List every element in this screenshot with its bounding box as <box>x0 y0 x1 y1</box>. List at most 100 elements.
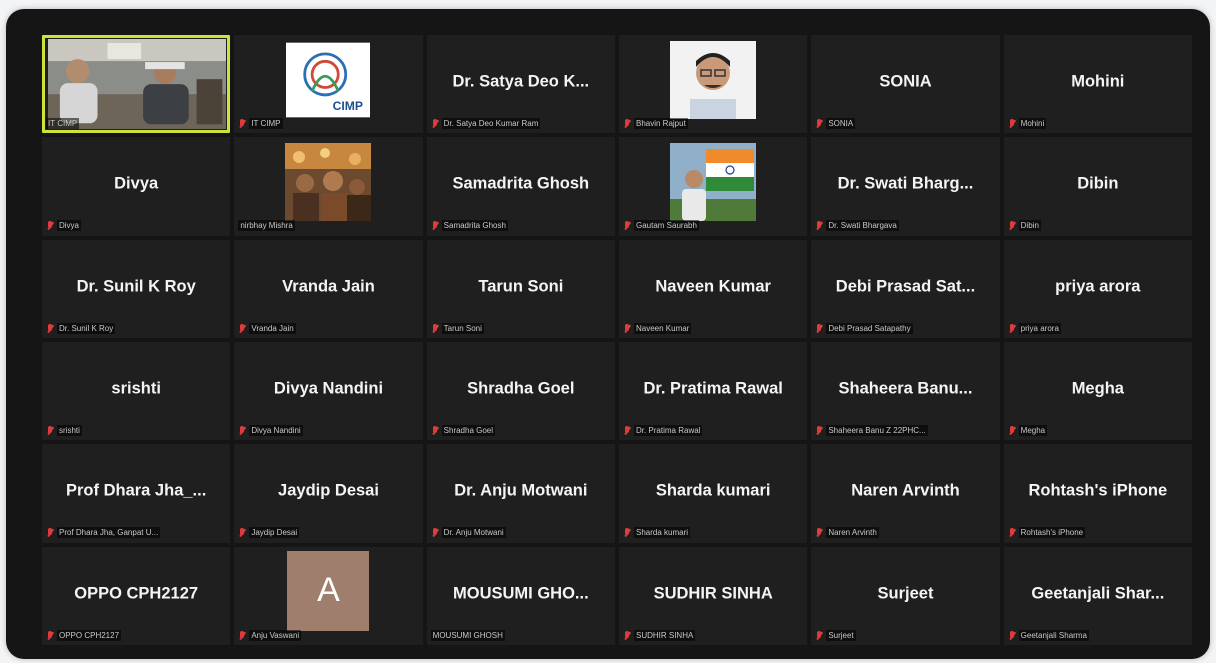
participant-tile[interactable]: Sharda kumari Sharda kumari <box>618 444 808 543</box>
participant-display-name: Mohini <box>1071 72 1125 91</box>
participant-name-bar: Shradha Goel <box>431 424 611 436</box>
mic-muted-icon <box>1008 630 1016 640</box>
participant-display-name: Dr. Satya Deo K... <box>452 72 590 91</box>
mic-muted-icon <box>1008 323 1016 333</box>
participant-tile[interactable]: SONIA SONIA <box>811 35 1000 134</box>
participant-name-label: Surjeet <box>826 629 856 641</box>
participant-tile[interactable]: Debi Prasad Sat... Debi Prasad Satapathy <box>811 239 1000 338</box>
participant-video <box>48 39 227 130</box>
participant-tile[interactable]: nirbhay Mishra <box>234 137 423 236</box>
mic-muted-icon <box>238 323 246 333</box>
participant-tile[interactable]: Divya Divya <box>42 137 231 236</box>
participant-tile[interactable]: Dr. Pratima Rawal Dr. Pratima Rawal <box>618 342 808 441</box>
participant-name-bar: Shaheera Banu Z 22PHC... <box>815 424 995 436</box>
participant-tile[interactable]: Dr. Swati Bharg... Dr. Swati Bhargava <box>811 137 1000 236</box>
participant-tile[interactable]: Dr. Sunil K Roy Dr. Sunil K Roy <box>42 239 231 338</box>
participant-name-label: Sharda kumari <box>633 527 691 539</box>
participant-name-label: SUDHIR SINHA <box>633 629 696 641</box>
participant-tile[interactable]: Dr. Satya Deo K... Dr. Satya Deo Kumar Ra… <box>426 35 615 134</box>
participant-tile[interactable]: Geetanjali Shar... Geetanjali Sharma <box>1003 546 1192 645</box>
participant-tile[interactable]: Shradha Goel Shradha Goel <box>426 342 615 441</box>
participant-display-name: Dr. Swati Bharg... <box>837 175 974 194</box>
participant-display-name: Shradha Goel <box>467 379 575 398</box>
participant-tile[interactable]: srishti srishti <box>42 342 231 441</box>
participant-display-name: Shaheera Banu... <box>838 379 973 398</box>
participant-name-label: Tarun Soni <box>441 322 484 334</box>
participant-name-label: priya arora <box>1018 322 1061 334</box>
participant-name-label: Dr. Pratima Rawal <box>633 424 703 436</box>
profile-photo <box>670 41 757 119</box>
participant-name-bar: Divya <box>46 220 226 232</box>
participant-name-label: Megha <box>1018 424 1048 436</box>
participant-tile[interactable]: Bhavin Rajput <box>618 35 808 134</box>
participant-name-label: IT CIMP <box>249 117 283 129</box>
participant-name-bar: priya arora <box>1008 322 1188 334</box>
participant-tile[interactable]: Tarun Soni Tarun Soni <box>426 239 615 338</box>
participant-tile[interactable]: OPPO CPH2127 OPPO CPH2127 <box>42 546 231 645</box>
participant-name-label: Rohtash's iPhone <box>1018 527 1086 539</box>
mic-muted-icon <box>815 630 823 640</box>
mic-muted-icon <box>1008 528 1016 537</box>
participant-display-name: Dr. Sunil K Roy <box>76 277 196 296</box>
participant-tile[interactable]: Dr. Anju Motwani Dr. Anju Motwani <box>426 444 615 543</box>
participant-tile[interactable]: Gautam Saurabh <box>618 137 808 236</box>
mic-muted-icon <box>1008 118 1016 128</box>
mic-muted-icon <box>623 323 631 333</box>
participant-display-name: SUDHIR SINHA <box>653 584 773 603</box>
participant-tile[interactable]: Vranda Jain Vranda Jain <box>234 239 423 338</box>
participant-tile[interactable]: A Anju Vaswani <box>234 546 423 645</box>
participant-name-bar: IT CIMP <box>238 117 418 129</box>
participant-name-bar: Vranda Jain <box>238 322 418 334</box>
participant-name-label: Anju Vaswani <box>249 629 302 641</box>
participant-tile[interactable]: Surjeet Surjeet <box>811 546 1000 645</box>
participant-tile[interactable]: Megha Megha <box>1003 342 1192 441</box>
participant-name-bar: Tarun Soni <box>431 322 611 334</box>
mic-muted-icon <box>623 221 631 230</box>
participant-name-bar: Bhavin Rajput <box>623 117 803 129</box>
participant-tile[interactable]: Shaheera Banu... Shaheera Banu Z 22PHC... <box>811 342 1000 441</box>
participant-tile[interactable]: CIMP IT CIMP <box>234 35 423 134</box>
participant-display-name: Naren Arvinth <box>851 482 960 501</box>
participant-tile[interactable]: Rohtash's iPhone Rohtash's iPhone <box>1003 444 1192 543</box>
participant-tile[interactable]: IT CIMP <box>42 35 231 134</box>
participant-name-bar: Sharda kumari <box>623 527 803 539</box>
participant-tile[interactable]: Samadrita Ghosh Samadrita Ghosh <box>426 137 615 236</box>
mic-muted-icon <box>623 528 631 537</box>
participant-name-label: Debi Prasad Satapathy <box>826 322 913 334</box>
participant-name-label: Shradha Goel <box>441 424 496 436</box>
participant-tile[interactable]: Divya Nandini Divya Nandini <box>234 342 423 441</box>
participant-display-name: Dr. Pratima Rawal <box>643 379 783 398</box>
mic-muted-icon <box>46 528 54 537</box>
participant-display-name: Rohtash's iPhone <box>1028 482 1168 501</box>
participant-name-label: Divya Nandini <box>249 424 303 436</box>
participant-tile[interactable]: priya arora priya arora <box>1003 239 1192 338</box>
participant-tile[interactable]: Jaydip Desai Jaydip Desai <box>234 444 423 543</box>
mic-muted-icon <box>238 630 246 640</box>
participant-display-name: Divya <box>114 175 159 194</box>
participant-tile[interactable]: Naren Arvinth Naren Arvinth <box>811 444 1000 543</box>
participant-name-bar: Dibin <box>1008 220 1188 232</box>
participant-tile[interactable]: Prof Dhara Jha_... Prof Dhara Jha, Ganpat… <box>42 444 231 543</box>
participant-tile[interactable]: SUDHIR SINHA SUDHIR SINHA <box>618 546 808 645</box>
participant-name-label: Dr. Swati Bhargava <box>826 220 899 232</box>
participant-name-bar: Naren Arvinth <box>815 527 995 539</box>
mic-muted-icon <box>431 323 439 333</box>
participant-display-name: Divya Nandini <box>273 379 384 398</box>
participant-name-bar: SONIA <box>815 117 995 129</box>
avatar: A <box>287 550 370 631</box>
participant-name-bar: Surjeet <box>815 629 995 641</box>
participant-name-bar: Debi Prasad Satapathy <box>815 322 995 334</box>
participant-tile[interactable]: MOUSUMI GHO... MOUSUMI GHOSH <box>426 546 615 645</box>
participant-display-name: Dibin <box>1077 175 1119 194</box>
participant-tile[interactable]: Dibin Dibin <box>1003 137 1192 236</box>
participant-tile[interactable]: Naveen Kumar Naveen Kumar <box>618 239 808 338</box>
participant-tile[interactable]: Mohini Mohini <box>1003 35 1192 134</box>
mic-muted-icon <box>1008 221 1016 230</box>
participant-name-label: Dibin <box>1018 220 1041 232</box>
participant-name-bar: Dr. Satya Deo Kumar Ram <box>431 117 611 129</box>
participant-name-bar: Prof Dhara Jha, Ganpat U... <box>46 527 226 539</box>
svg-text:CIMP: CIMP <box>333 99 363 113</box>
participant-name-label: Vranda Jain <box>249 322 296 334</box>
participant-name-bar: Samadrita Ghosh <box>431 220 611 232</box>
mic-muted-icon <box>238 425 246 435</box>
